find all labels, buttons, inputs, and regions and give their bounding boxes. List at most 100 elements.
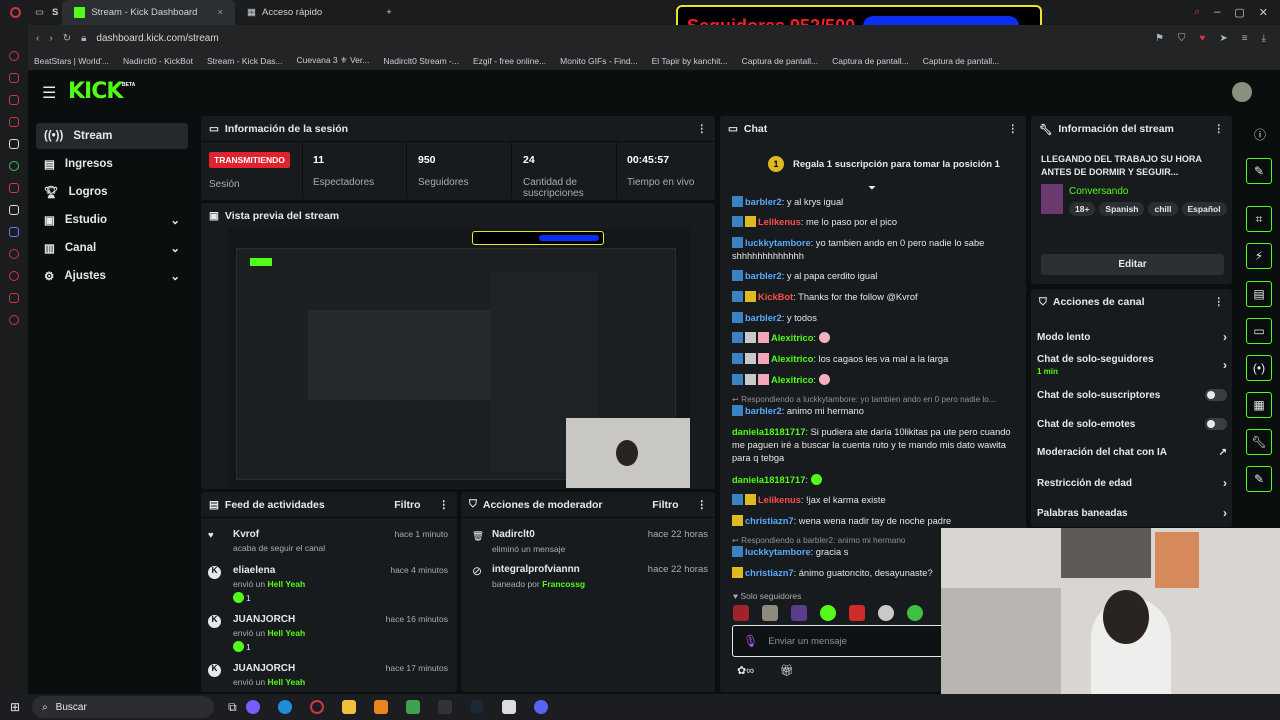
more-options-icon[interactable]: ⋮ <box>697 499 708 511</box>
gift-icon[interactable]: 🎁︎ <box>780 664 794 677</box>
sidebar-app-icon[interactable] <box>9 117 19 127</box>
emote-picker-icon[interactable]: ✿∞ <box>737 664 754 677</box>
explorer-icon[interactable] <box>341 700 356 714</box>
aria-icon[interactable] <box>9 51 19 61</box>
app-icon[interactable] <box>405 700 420 714</box>
tiktok-icon[interactable] <box>9 205 19 215</box>
task-view-icon[interactable]: ⧉ <box>228 700 237 715</box>
emote[interactable] <box>820 605 836 621</box>
bookmark-item[interactable]: Captura de pantall... <box>923 56 1000 66</box>
chat-message[interactable]: barbler2: animo mi hermano <box>732 405 1012 418</box>
emote[interactable] <box>849 605 865 621</box>
download-icon[interactable]: ⤓ <box>1262 33 1266 44</box>
s-icon[interactable]: S <box>48 0 62 25</box>
nav-ajustes[interactable]: ⚙ Ajustes ⌄ <box>36 263 188 289</box>
bookmark-item[interactable]: Captura de pantall... <box>832 56 909 66</box>
menu-icon[interactable]: ≡ <box>1242 33 1248 44</box>
chat-message[interactable]: barbler2: y al krys igual <box>732 196 1012 209</box>
chat-message[interactable]: christiazn7: wena wena nadir tay de noch… <box>732 515 1012 528</box>
tool-layout[interactable]: ▦ <box>1246 392 1272 418</box>
tab-stream-kick[interactable]: Stream - Kick Dashboard × <box>62 0 236 25</box>
sidebar-app-icon[interactable] <box>9 73 19 83</box>
chat-message[interactable]: Lelikenus: !jax el karma existe <box>732 494 1012 507</box>
chat-message[interactable]: KickBot: Thanks for the follow @Kvrof <box>732 291 1012 304</box>
store-icon[interactable] <box>501 700 516 714</box>
channel-action-5[interactable]: Restricción de edad › <box>1037 476 1227 490</box>
bookmark-item[interactable]: Nadirclt0 - KickBot <box>123 56 193 66</box>
pinned-gift-banner[interactable]: 1 Regala 1 suscripción para tomar la pos… <box>726 146 1022 182</box>
taskbar-search[interactable]: ⌕ Buscar <box>32 696 215 718</box>
clock-icon[interactable] <box>9 271 19 281</box>
steam-icon[interactable] <box>469 700 484 714</box>
nav-canal[interactable]: ▥ Canal ⌄ <box>36 235 188 261</box>
kick-logo[interactable]: KICK <box>68 79 123 104</box>
copilot-icon[interactable] <box>245 700 260 714</box>
channel-action-2[interactable]: Chat de solo-suscriptores <box>1037 389 1227 401</box>
more-options-icon[interactable]: ⋮ <box>1214 123 1225 135</box>
epic-games-icon[interactable] <box>437 700 452 714</box>
chat-message[interactable]: barbler2: y todos <box>732 312 1012 325</box>
chat-message[interactable]: Alexitrico: <box>732 332 1012 345</box>
chat-message[interactable]: barbler2: y al papa cerdito igual <box>732 270 1012 283</box>
discord-icon[interactable] <box>533 700 548 714</box>
close-window-icon[interactable]: ✕ <box>1259 6 1268 19</box>
mic-icon[interactable]: 🎙︎ <box>743 634 758 648</box>
more-options-icon[interactable]: ⋮ <box>1008 123 1019 135</box>
edge-icon[interactable] <box>277 700 292 714</box>
tool-settings[interactable]: 🔧︎ <box>1246 429 1272 455</box>
bookmark-item[interactable]: Ezgif - free online... <box>473 56 546 66</box>
bookmark-item[interactable]: Cuevana 3 ⚜ Ver... <box>297 55 370 66</box>
bookmark-item[interactable]: Stream - Kick Das... <box>207 56 283 66</box>
opera-menu-icon[interactable] <box>0 0 31 25</box>
opera-icon[interactable] <box>309 700 324 714</box>
sidebar-app-icon[interactable] <box>9 139 19 149</box>
back-icon[interactable]: ‹ <box>36 33 39 44</box>
tool-edit[interactable]: ✎ <box>1246 158 1272 184</box>
tool-bolt[interactable]: ⚡︎ <box>1246 243 1272 269</box>
chat-message[interactable]: Alexitrico: los cagaos les va mal a la l… <box>732 353 1012 366</box>
tool-list[interactable]: ▤ <box>1246 281 1272 307</box>
search-tabs-icon[interactable]: ⌕ <box>1194 6 1200 19</box>
channel-action-3[interactable]: Chat de solo-emotes <box>1037 418 1227 430</box>
discord-icon[interactable] <box>9 227 19 237</box>
chat-message[interactable]: luckkytambore: yo tambien ando en 0 pero… <box>732 237 1012 263</box>
emote[interactable] <box>733 605 749 621</box>
chat-message[interactable]: daniela18181717: Si pudiera ate daría 10… <box>732 426 1012 465</box>
feed-item[interactable]: Keliaelena hace 4 minutos envió un Hell Ye… <box>208 565 448 603</box>
stream-video[interactable] <box>228 228 690 488</box>
tool-pen[interactable]: ✎ <box>1246 466 1272 492</box>
maximize-icon[interactable]: ▢ <box>1234 6 1244 19</box>
emote[interactable] <box>878 605 894 621</box>
workspace-icon[interactable]: ▭ <box>31 0 48 25</box>
close-tab-icon[interactable]: × <box>217 7 223 18</box>
sidebar-app-icon[interactable] <box>9 249 19 259</box>
bookmark-item[interactable]: BeatStars | World'... <box>34 56 109 66</box>
feed-item[interactable]: K JUANJORCH hace 16 minutos envió un Hell Y… <box>208 614 448 652</box>
mod-filter-button[interactable]: Filtro <box>652 499 678 511</box>
chat-message[interactable]: Alexitrico: <box>732 374 1012 387</box>
mod-item[interactable]: 🗑︎ Nadirclt0 hace 22 horas eliminó un men… <box>472 529 708 554</box>
bookmark-item[interactable]: Captura de pantall... <box>742 56 819 66</box>
shield-icon[interactable]: ⛉ <box>1178 33 1186 44</box>
reload-icon[interactable]: ↻ <box>63 33 71 44</box>
tool-broadcast[interactable]: (•) <box>1246 355 1272 381</box>
chat-message[interactable]: daniela18181717: <box>732 474 1012 487</box>
channel-action-6[interactable]: Palabras baneadas › <box>1037 506 1227 520</box>
mod-item[interactable]: ⊘ integralprofviannn hace 22 horas banead… <box>472 564 708 589</box>
edit-button[interactable]: Editar <box>1041 254 1224 275</box>
windows-start-icon[interactable]: ⊞ <box>10 700 20 714</box>
nav-stream[interactable]: ((•)) Stream <box>36 123 188 149</box>
tool-chat[interactable]: ▭ <box>1246 318 1272 344</box>
info-icon[interactable]: ⓘ <box>1254 126 1266 143</box>
more-options-icon[interactable]: ⋮ <box>1214 296 1225 308</box>
sidebar-app-icon[interactable] <box>9 293 19 303</box>
emote[interactable] <box>791 605 807 621</box>
channel-action-1[interactable]: Chat de solo-seguidores 1 min › <box>1037 354 1227 376</box>
nav-ingresos[interactable]: ▤ Ingresos <box>36 151 188 177</box>
toggle-switch[interactable] <box>1205 389 1227 401</box>
channel-action-4[interactable]: Moderación del chat con IA ↗ <box>1037 447 1227 458</box>
minimize-icon[interactable]: – <box>1214 6 1220 19</box>
bookmark-item[interactable]: Nadirclt0 Stream -... <box>383 56 459 66</box>
more-options-icon[interactable]: ⋮ <box>439 499 450 511</box>
feed-filter-button[interactable]: Filtro <box>394 499 420 511</box>
